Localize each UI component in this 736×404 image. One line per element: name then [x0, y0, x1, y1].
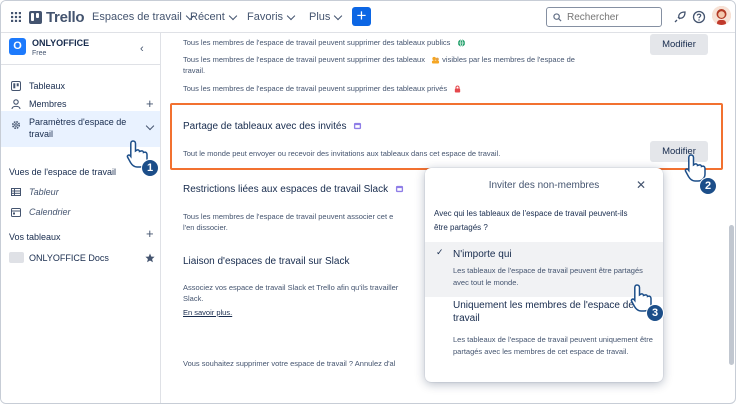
workspace-header: O ONLYOFFICE Free ‹ [1, 33, 161, 65]
section-title-text: Restrictions liées aux espaces de travai… [183, 184, 389, 195]
setting-text: visibles par les membres de l'espace de [442, 55, 575, 64]
invite-non-members-popover: Inviter des non-membres ✕ Avec qui les t… [425, 168, 663, 382]
nav-recent[interactable]: Récent [190, 11, 238, 23]
nav-recent-label: Récent [190, 11, 225, 23]
trello-logo[interactable]: Trello [29, 9, 85, 26]
help-icon[interactable] [692, 10, 706, 24]
notifications-icon[interactable] [673, 10, 687, 24]
board-item-label: ONLYOFFICE Docs [29, 253, 109, 263]
premium-icon [395, 186, 403, 193]
setting-text: Tous les membres de l'espace de travail … [183, 212, 394, 221]
view-item-label: Tableur [29, 187, 59, 197]
visible-delete-setting: Tous les membres de l'espace de travail … [183, 54, 633, 76]
workspace-plan: Free [32, 50, 47, 57]
chevron-down-icon[interactable] [145, 121, 155, 131]
sidebar: O ONLYOFFICE Free ‹ Tableaux Membres + P… [1, 33, 161, 403]
sidebar-item-label: Paramètres d'espace de travail [29, 117, 127, 139]
setting-text: travail. [183, 66, 206, 75]
popover-title: Inviter des non-membres [488, 180, 600, 191]
slack-link-title: Liaison d'espaces de travail sur Slack [183, 256, 350, 267]
person-icon [11, 99, 21, 109]
close-icon[interactable]: ✕ [636, 178, 646, 192]
step-badge-3: 3 [646, 304, 664, 322]
option-anyone-desc: Les tableaux de l'espace de travail peuv… [453, 266, 643, 287]
globe-icon [457, 39, 465, 47]
nav-favorites-label: Favoris [247, 11, 284, 23]
setting-text: Tous les membres de l'espace de travail … [183, 55, 425, 64]
premium-icon [354, 123, 362, 130]
chevron-down-icon [228, 11, 238, 20]
nav-more-label: Plus [309, 11, 331, 23]
apps-grid-icon[interactable] [11, 12, 21, 22]
chevron-down-icon [286, 11, 296, 20]
slack-restrictions-title: Restrictions liées aux espaces de travai… [183, 184, 404, 195]
search-icon [553, 12, 562, 22]
delete-workspace-text: Vous souhaitez supprimer votre espace de… [183, 359, 396, 368]
checkmark-icon: ✓ [436, 247, 444, 257]
nav-workspaces-label: Espaces de travail [92, 11, 182, 23]
nav-workspaces[interactable]: Espaces de travail [92, 11, 195, 23]
setting-text: Associez vos espace de travail Slack et … [183, 283, 399, 292]
nav-favorites[interactable]: Favoris [247, 11, 296, 23]
learn-more-link[interactable]: En savoir plus. [183, 308, 232, 317]
team-icon [432, 56, 440, 64]
lock-icon [455, 85, 461, 93]
modify-visibility-button[interactable]: Modifier [650, 34, 708, 55]
star-icon[interactable] [145, 253, 155, 263]
popover-question: Avec qui les tableaux de l'espace de tra… [434, 209, 628, 232]
view-item-label: Calendrier [29, 207, 71, 217]
nav-more[interactable]: Plus [309, 11, 343, 23]
table-icon [11, 188, 21, 196]
views-section-title: Vues de l'espace de travail [9, 167, 116, 177]
slack-restrictions-desc: Tous les membres de l'espace de travail … [183, 211, 393, 233]
step-badge-2: 2 [699, 177, 717, 195]
board-icon [11, 81, 21, 91]
gear-icon [11, 120, 21, 130]
scrollbar[interactable] [729, 225, 734, 365]
workspace-name: ONLYOFFICE [32, 38, 90, 48]
sharing-section-title: Partage de tableaux avec des invités [183, 121, 362, 132]
logo-text: Trello [46, 9, 85, 26]
avatar-portrait-icon [712, 6, 731, 25]
user-avatar[interactable] [712, 6, 731, 25]
boards-section-title: Vos tableaux [9, 232, 61, 242]
setting-text: l'en dissocier. [183, 223, 228, 232]
private-delete-setting: Tous les membres de l'espace de travail … [183, 83, 462, 94]
sidebar-item-label: Membres [29, 99, 67, 109]
step-badge-1: 1 [141, 159, 159, 177]
public-delete-setting: Tous les membres de l'espace de travail … [183, 37, 466, 48]
workspace-avatar: O [9, 38, 26, 55]
app-window: Trello Espaces de travail Récent Favoris… [0, 0, 736, 404]
chevron-down-icon [334, 11, 343, 20]
setting-text: Tous les membres de l'espace de travail … [183, 84, 448, 93]
add-board-icon[interactable]: + [146, 226, 154, 241]
section-title-text: Partage de tableaux avec des invités [183, 121, 347, 132]
collapse-sidebar-icon[interactable]: ‹ [140, 43, 144, 55]
setting-text: Tous les membres de l'espace de travail … [183, 38, 451, 47]
create-button[interactable]: + [352, 7, 371, 26]
option-members-only-desc: Les tableaux de l'espace de travail peuv… [453, 335, 653, 356]
sidebar-item-label: Tableaux [29, 81, 66, 91]
sharing-description: Tout le monde peut envoyer ou recevoir d… [183, 149, 501, 158]
board-thumbnail [9, 252, 24, 263]
search-box[interactable] [546, 7, 662, 27]
top-bar: Trello Espaces de travail Récent Favoris… [1, 1, 735, 33]
option-members-only-title[interactable]: Uniquement les membres de l'espace de tr… [453, 299, 653, 325]
trello-logo-icon [29, 11, 42, 24]
slack-link-desc: Associez vos espace de travail Slack et … [183, 282, 398, 304]
search-input[interactable] [567, 11, 647, 23]
calendar-icon [11, 208, 21, 217]
add-member-icon[interactable]: + [146, 96, 154, 111]
sharing-section-highlight [170, 103, 723, 170]
setting-text: Slack. [183, 294, 204, 303]
option-anyone-title: N'importe qui [453, 249, 512, 260]
